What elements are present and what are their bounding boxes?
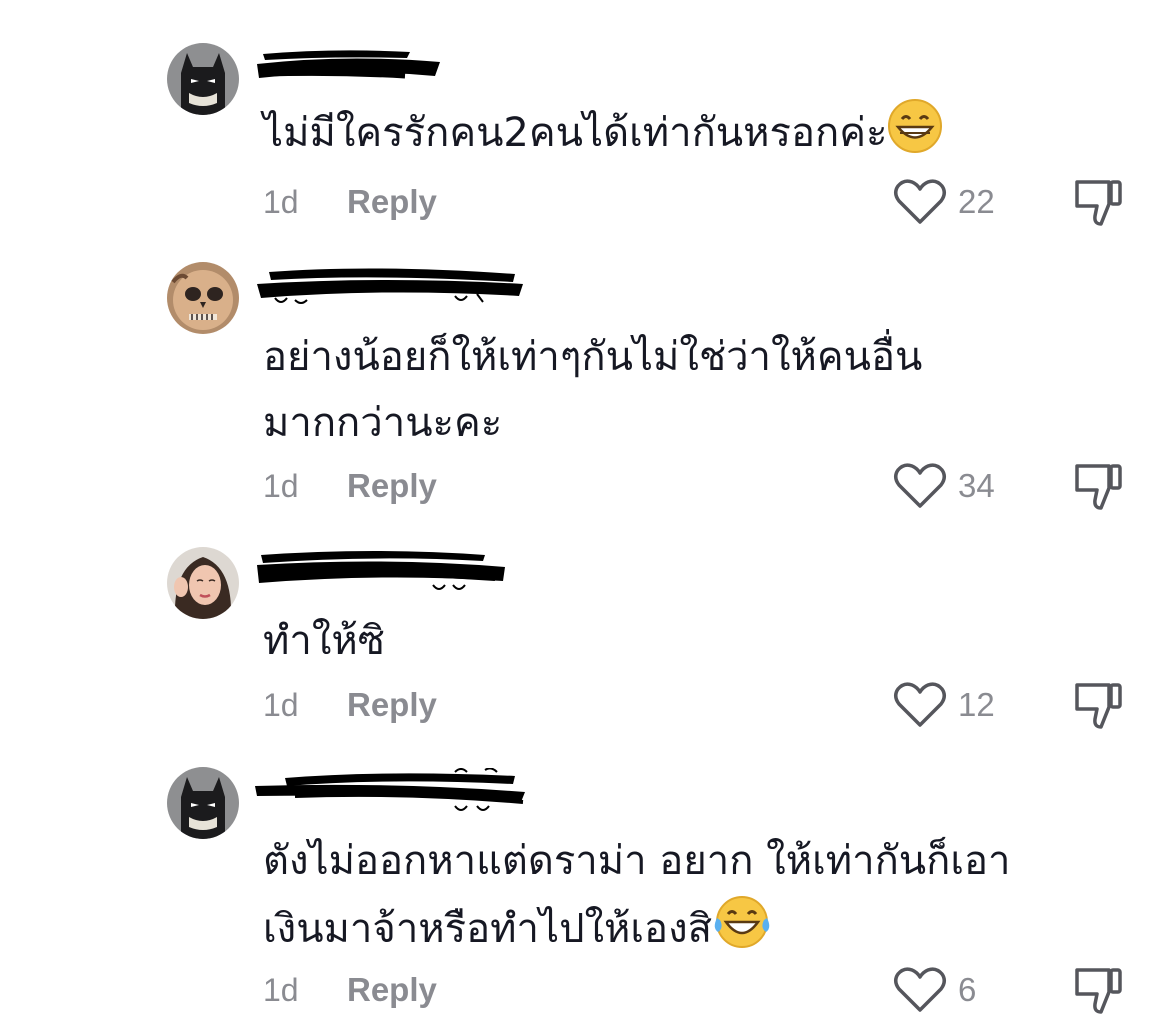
- like-button[interactable]: [892, 966, 948, 1014]
- reply-button[interactable]: Reply: [347, 966, 437, 1014]
- like-button[interactable]: [892, 462, 948, 510]
- like-button[interactable]: [892, 178, 948, 226]
- previous-comment-fragment: [0, 0, 1169, 6]
- comment-text-line: ทำให้ซิ: [263, 618, 385, 664]
- batman-avatar-icon: [167, 43, 239, 115]
- timestamp: 1d: [263, 184, 299, 220]
- reply-button[interactable]: Reply: [347, 681, 437, 729]
- heart-icon: [894, 463, 946, 508]
- comment-meta: 1d Reply 22: [0, 178, 1169, 226]
- dislike-button[interactable]: [1073, 178, 1125, 230]
- heart-icon: [894, 682, 946, 727]
- timestamp: 1d: [263, 468, 299, 504]
- skull-face-avatar-icon: [167, 262, 239, 334]
- reply-button[interactable]: Reply: [347, 178, 437, 226]
- thumbs-down-icon: [1075, 968, 1122, 1014]
- comment-text-line: อย่างน้อยก็ให้เท่าๆกันไม่ใช่ว่าให้คนอื่น: [263, 334, 923, 380]
- avatar[interactable]: [167, 43, 239, 115]
- comment-meta: 1d Reply 6: [0, 966, 1169, 1014]
- like-count: 34: [958, 467, 995, 504]
- redacted-username: [257, 551, 505, 590]
- comment-text: ทำให้ซิ: [263, 608, 1123, 674]
- like-count: 22: [958, 183, 995, 220]
- grinning-face-icon: [887, 98, 943, 174]
- reply-button[interactable]: Reply: [347, 462, 437, 510]
- comment-text-line: ไม่มีใครรักคน2คนได้เท่ากันหรอกค่ะ: [263, 110, 888, 156]
- dislike-button[interactable]: [1073, 966, 1125, 1018]
- thumbs-down-icon: [1075, 683, 1122, 729]
- like-button[interactable]: [892, 681, 948, 729]
- redacted-username: [255, 768, 525, 811]
- tears-of-joy-icon: [712, 894, 772, 970]
- heart-icon: [894, 967, 946, 1012]
- comment-text: ตังไม่ออกหาแต่ดราม่า อยาก ให้เท่ากันก็เอ…: [263, 828, 1123, 970]
- comment-text-line: ตังไม่ออกหาแต่ดราม่า อยาก ให้เท่ากันก็เอ…: [263, 838, 1011, 884]
- like-count: 12: [958, 686, 995, 723]
- woman-portrait-avatar-icon: [167, 547, 239, 619]
- dislike-button[interactable]: [1073, 462, 1125, 514]
- avatar[interactable]: [167, 767, 239, 839]
- redacted-username: [257, 50, 440, 79]
- heart-icon: [894, 179, 946, 224]
- dislike-button[interactable]: [1073, 681, 1125, 733]
- redacted-username: [257, 268, 523, 304]
- like-count: 6: [958, 971, 977, 1008]
- comment-meta: 1d Reply 12: [0, 681, 1169, 729]
- comment-text: ไม่มีใครรักคน2คนได้เท่ากันหรอกค่ะ: [263, 98, 1123, 174]
- thumbs-down-icon: [1075, 180, 1122, 226]
- thumbs-down-icon: [1075, 464, 1122, 510]
- comment-text: อย่างน้อยก็ให้เท่าๆกันไม่ใช่ว่าให้คนอื่น…: [263, 324, 1123, 456]
- comment-text-line: มากกว่านะคะ: [263, 400, 503, 446]
- avatar[interactable]: [167, 547, 239, 619]
- comment-text-line: เงินมาจ้าหรือทำไปให้เองสิ: [263, 906, 713, 952]
- batman-avatar-icon: [167, 767, 239, 839]
- avatar[interactable]: [167, 262, 239, 334]
- timestamp: 1d: [263, 972, 299, 1008]
- timestamp: 1d: [263, 687, 299, 723]
- comment-meta: 1d Reply 34: [0, 462, 1169, 510]
